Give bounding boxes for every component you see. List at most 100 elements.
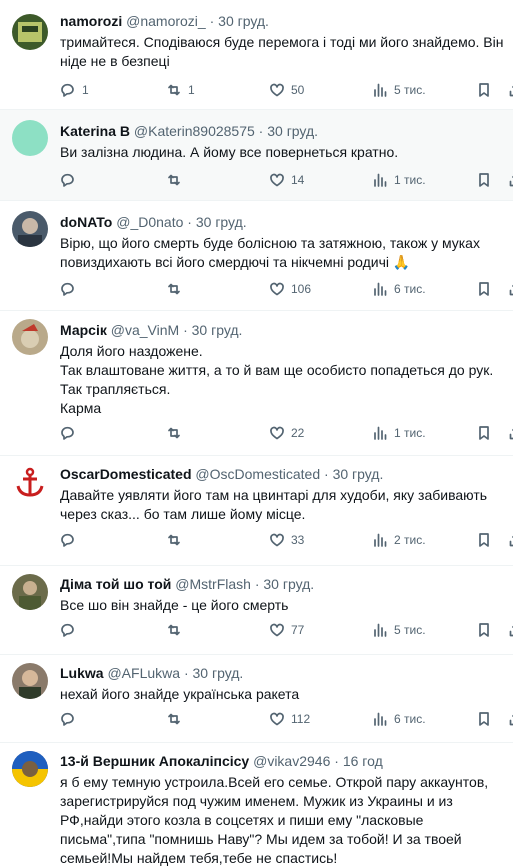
share-icon [509, 175, 513, 187]
bookmark-icon [479, 282, 489, 296]
author-name[interactable]: OscarDomesticated [60, 466, 192, 482]
author-handle[interactable]: @_D0nato [116, 214, 183, 230]
tweet-date[interactable]: 30 груд. [192, 322, 243, 338]
view-count: 5 тис. [394, 83, 426, 97]
views-button[interactable]: 5 тис. [372, 80, 426, 100]
author-handle[interactable]: @vikav2946 [253, 753, 330, 769]
separator: · [334, 753, 339, 769]
author-name[interactable]: doNATo [60, 214, 112, 230]
avatar[interactable] [12, 14, 48, 50]
like-button[interactable]: 106 [269, 279, 311, 299]
tweet[interactable]: namorozi @namorozi_ · 30 груд. тримайтес… [0, 0, 513, 110]
reply-icon [61, 623, 74, 637]
retweet-button[interactable] [166, 170, 188, 190]
bookmark-button[interactable] [476, 620, 492, 640]
avatar[interactable] [12, 574, 48, 610]
reply-button[interactable] [60, 423, 82, 443]
bookmark-icon [479, 173, 489, 187]
author-name[interactable]: Марсік [60, 322, 107, 338]
share-button[interactable] [508, 279, 513, 299]
views-chart-icon [374, 426, 387, 440]
tweet-date[interactable]: 30 груд. [218, 13, 269, 29]
author-handle[interactable]: @OscDomesticated [195, 466, 320, 482]
views-button[interactable]: 2 тис. [372, 530, 426, 550]
avatar[interactable] [12, 751, 48, 787]
author-name[interactable]: Діма той шо той [60, 576, 171, 592]
tweet[interactable]: doNATo @_D0nato · 30 груд. Вірю, що його… [0, 201, 513, 311]
tweet-date[interactable]: 30 груд. [193, 665, 244, 681]
share-button[interactable] [508, 620, 513, 640]
retweet-button[interactable] [166, 530, 188, 550]
author-name[interactable]: Lukwa [60, 665, 104, 681]
bookmark-button[interactable] [476, 423, 492, 443]
reply-button[interactable] [60, 620, 82, 640]
like-button[interactable]: 112 [269, 709, 310, 729]
share-button[interactable] [508, 709, 513, 729]
reply-button[interactable]: 1 [60, 80, 89, 100]
retweet-button[interactable]: 1 [166, 80, 195, 100]
avatar[interactable] [12, 464, 48, 500]
reply-icon [61, 426, 74, 440]
views-chart-icon [374, 282, 387, 296]
tweet-date[interactable]: 16 год [343, 753, 383, 769]
bookmark-button[interactable] [476, 80, 492, 100]
share-button[interactable] [508, 530, 513, 550]
share-button[interactable] [508, 170, 513, 190]
action-bar: 22 1 тис. [60, 423, 513, 443]
retweet-button[interactable] [166, 620, 188, 640]
like-button[interactable]: 50 [269, 80, 304, 100]
tweet[interactable]: Katerina B @Katerin89028575 · 30 груд. В… [0, 110, 513, 201]
avatar[interactable] [12, 120, 48, 156]
author-name[interactable]: 13-й Вершник Апокаліпсісу [60, 753, 249, 769]
retweet-button[interactable] [166, 423, 188, 443]
author-handle[interactable]: @MstrFlash [175, 576, 251, 592]
reply-button[interactable] [60, 279, 82, 299]
author-name[interactable]: namorozi [60, 13, 122, 29]
views-chart-icon [374, 173, 387, 187]
like-button[interactable]: 14 [269, 170, 304, 190]
like-button[interactable]: 77 [269, 620, 304, 640]
like-button[interactable]: 33 [269, 530, 304, 550]
view-count: 5 тис. [394, 623, 426, 637]
tweet[interactable]: Діма той шо той @MstrFlash · 30 груд. Вс… [0, 566, 513, 655]
views-chart-icon [374, 533, 387, 547]
tweet[interactable]: Lukwa @AFLukwa · 30 груд. нехай його зна… [0, 655, 513, 743]
author-handle[interactable]: @va_VinM [111, 322, 179, 338]
retweet-icon [168, 624, 180, 636]
heart-icon [270, 282, 284, 296]
share-button[interactable] [508, 423, 513, 443]
views-button[interactable]: 6 тис. [372, 709, 426, 729]
views-button[interactable]: 6 тис. [372, 279, 426, 299]
bookmark-button[interactable] [476, 170, 492, 190]
reply-button[interactable] [60, 530, 82, 550]
retweet-button[interactable] [166, 709, 188, 729]
tweet-date[interactable]: 30 груд. [196, 214, 247, 230]
views-button[interactable]: 1 тис. [372, 423, 426, 443]
views-button[interactable]: 1 тис. [372, 170, 426, 190]
author-handle[interactable]: @AFLukwa [107, 665, 180, 681]
author-name[interactable]: Katerina B [60, 123, 130, 139]
tweet[interactable]: 13-й Вершник Апокаліпсісу @vikav2946 · 1… [0, 743, 513, 866]
tweet-date[interactable]: 30 груд. [333, 466, 384, 482]
retweet-icon [168, 174, 180, 186]
bookmark-button[interactable] [476, 279, 492, 299]
like-button[interactable]: 22 [269, 423, 304, 443]
avatar[interactable] [12, 211, 48, 247]
author-handle[interactable]: @namorozi_ [126, 13, 206, 29]
views-button[interactable]: 5 тис. [372, 620, 426, 640]
bookmark-button[interactable] [476, 530, 492, 550]
retweet-button[interactable] [166, 279, 188, 299]
share-icon [509, 284, 513, 296]
avatar[interactable] [12, 319, 48, 355]
bookmark-button[interactable] [476, 709, 492, 729]
author-handle[interactable]: @Katerin89028575 [134, 123, 255, 139]
avatar[interactable] [12, 663, 48, 699]
tweet-date[interactable]: 30 груд. [267, 123, 318, 139]
tweet[interactable]: OscarDomesticated @OscDomesticated · 30 … [0, 456, 513, 566]
tweet-date[interactable]: 30 груд. [263, 576, 314, 592]
views-chart-icon [374, 712, 387, 726]
reply-button[interactable] [60, 709, 82, 729]
share-button[interactable] [508, 80, 513, 100]
tweet[interactable]: Марсік @va_VinM · 30 груд. Доля його наз… [0, 311, 513, 456]
reply-button[interactable] [60, 170, 82, 190]
